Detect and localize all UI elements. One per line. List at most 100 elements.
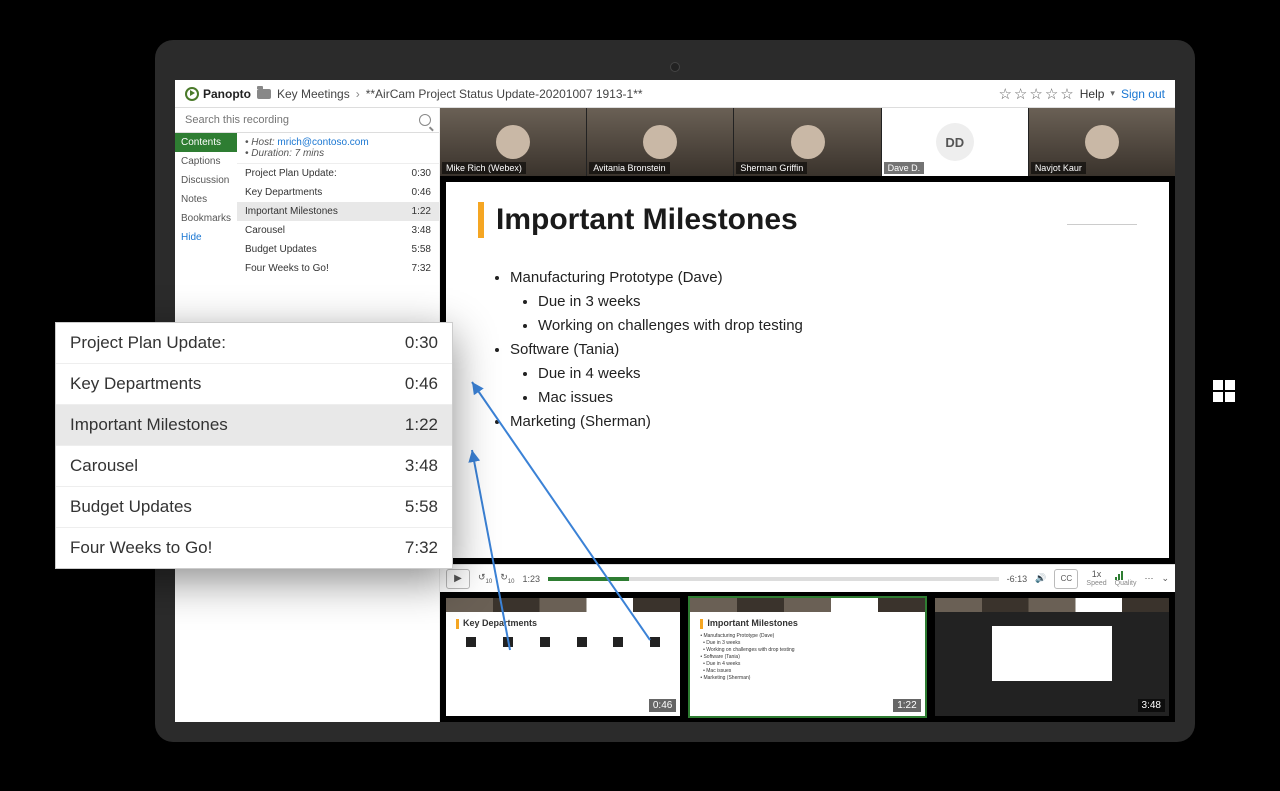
recording-meta: • Host: mrich@contoso.com • Duration: 7 …: [237, 133, 439, 164]
skip-back-button[interactable]: ↺10: [478, 572, 492, 585]
progress-bar[interactable]: [548, 577, 999, 581]
toc-time: 0:30: [412, 168, 431, 179]
sidebar-tab-notes[interactable]: Notes: [175, 190, 237, 209]
slide-title: Important Milestones: [496, 203, 798, 237]
thumbnail-strip: Key Departments0:46Important Milestones•…: [440, 592, 1175, 722]
toc-zoom-item[interactable]: Key Departments 0:46: [56, 364, 452, 405]
play-button[interactable]: ▶: [446, 569, 470, 589]
participant-cell[interactable]: Avitania Bronstein: [587, 108, 734, 176]
sidebar-tab-discussion[interactable]: Discussion: [175, 171, 237, 190]
toc-time: 0:46: [412, 187, 431, 198]
search-box[interactable]: [175, 108, 439, 133]
avatar: [643, 125, 677, 159]
toc-zoom-item[interactable]: Important Milestones1:22: [56, 405, 452, 446]
toc-time: 1:22: [412, 206, 431, 217]
more-button[interactable]: ⋯: [1144, 573, 1153, 584]
sidebar-tab-captions[interactable]: Captions: [175, 152, 237, 171]
thumbnail[interactable]: 3:48: [935, 598, 1169, 716]
toc-item[interactable]: Project Plan Update: 0:30: [237, 164, 439, 183]
toc-zoom-label: Carousel: [70, 456, 138, 476]
toc-label: Project Plan Update:: [245, 168, 337, 179]
volume-button[interactable]: 🔊: [1035, 573, 1046, 584]
toc-zoom-label: Budget Updates: [70, 497, 192, 517]
video-area: Mike Rich (Webex) Avitania BronsteinSherm…: [440, 108, 1175, 722]
avatar: [1085, 125, 1119, 159]
slide-viewport: Important Milestones Manufacturing Proto…: [446, 182, 1169, 558]
search-icon[interactable]: [419, 114, 431, 126]
toc-zoom-time: 5:58: [405, 497, 438, 517]
star-icon[interactable]: ☆: [1045, 85, 1058, 103]
toc-label: Four Weeks to Go!: [245, 263, 329, 274]
bullet: Marketing (Sherman): [510, 410, 1137, 434]
toc-label: Carousel: [245, 225, 285, 236]
sidebar-tab-hide[interactable]: Hide: [175, 228, 237, 247]
toc-item[interactable]: Four Weeks to Go!7:32: [237, 259, 439, 278]
star-icon[interactable]: ☆: [1029, 85, 1042, 103]
toc-zoom-item[interactable]: Four Weeks to Go!7:32: [56, 528, 452, 568]
participant-name: Mike Rich (Webex): [442, 162, 526, 174]
toc-zoom-time: 0:46: [405, 374, 438, 394]
toc-item[interactable]: Important Milestones 1:22: [237, 202, 439, 221]
speed-button[interactable]: 1xSpeed: [1086, 570, 1106, 588]
signout-link[interactable]: Sign out: [1121, 87, 1165, 101]
toc-label: Budget Updates: [245, 244, 317, 255]
skip-forward-button[interactable]: ↻10: [500, 572, 514, 585]
toc-item[interactable]: Budget Updates 5:58: [237, 240, 439, 259]
breadcrumb-title[interactable]: **AirCam Project Status Update-20201007 …: [366, 87, 643, 101]
thumbnail[interactable]: Important Milestones• Manufacturing Prot…: [690, 598, 924, 716]
star-icon[interactable]: ☆: [1060, 85, 1073, 103]
rating-stars[interactable]: ☆ ☆ ☆ ☆ ☆: [998, 85, 1073, 103]
thumb-time: 1:22: [893, 699, 920, 712]
logo-mark-icon: [185, 87, 199, 101]
participant-name: Dave D.: [884, 162, 925, 174]
toc-zoom-time: 3:48: [405, 456, 438, 476]
toc-zoom-overlay: Project Plan Update:0:30 Key Departments 0…: [55, 322, 453, 569]
breadcrumb-folder[interactable]: Key Meetings: [277, 87, 350, 101]
toc-label: Key Departments: [245, 187, 322, 198]
help-menu[interactable]: Help: [1080, 87, 1105, 101]
collapse-button[interactable]: ⌄: [1161, 573, 1169, 584]
star-icon[interactable]: ☆: [1014, 85, 1027, 103]
folder-icon[interactable]: [257, 89, 271, 99]
help-dropdown-icon[interactable]: ▾: [1110, 88, 1115, 99]
participant-cell[interactable]: Sherman Griffin: [734, 108, 881, 176]
slide-content: Important Milestones Manufacturing Proto…: [446, 182, 1169, 558]
participant-name: Navjot Kaur: [1031, 162, 1086, 174]
host-email[interactable]: mrich@contoso.com: [277, 137, 368, 148]
participant-cell[interactable]: DDDave D.: [882, 108, 1029, 176]
toc-zoom-label: Important Milestones: [70, 415, 228, 435]
toc-zoom-time: 7:32: [405, 538, 438, 558]
app-logo[interactable]: Panopto: [185, 87, 251, 101]
slide-divider: [1067, 224, 1137, 225]
toc-zoom-label: Key Departments: [70, 374, 201, 394]
sub-bullet: Working on challenges with drop testing: [538, 314, 1137, 338]
avatar: [791, 125, 825, 159]
cc-button[interactable]: CC: [1054, 569, 1078, 589]
brand-text: Panopto: [203, 87, 251, 101]
sidebar-tab-bookmarks[interactable]: Bookmarks: [175, 209, 237, 228]
slide-bullets: Manufacturing Prototype (Dave)Due in 3 w…: [478, 266, 1137, 434]
star-icon[interactable]: ☆: [998, 85, 1011, 103]
participant-cell[interactable]: Mike Rich (Webex): [440, 108, 587, 176]
sidebar-tab-contents[interactable]: Contents: [175, 133, 237, 152]
breadcrumb-separator: ›: [356, 87, 360, 101]
thumb-time: 3:48: [1138, 699, 1165, 712]
toc-time: 5:58: [412, 244, 431, 255]
quality-button[interactable]: Quality: [1115, 570, 1137, 588]
toc-zoom-item[interactable]: Carousel 3:48: [56, 446, 452, 487]
participant-cell[interactable]: Navjot Kaur: [1029, 108, 1175, 176]
bullet: Software (Tania)Due in 4 weeksMac issues: [510, 338, 1137, 410]
top-bar: Panopto Key Meetings › **AirCam Project …: [175, 80, 1175, 108]
windows-logo[interactable]: [1213, 380, 1235, 402]
device-camera: [670, 62, 680, 72]
toc-item[interactable]: Carousel3:48: [237, 221, 439, 240]
toc-zoom-item[interactable]: Project Plan Update:0:30: [56, 323, 452, 364]
toc-item[interactable]: Key Departments 0:46: [237, 183, 439, 202]
toc-label: Important Milestones: [245, 206, 338, 217]
search-input[interactable]: [175, 108, 439, 132]
toc-zoom-item[interactable]: Budget Updates 5:58: [56, 487, 452, 528]
thumbnail[interactable]: Key Departments0:46: [446, 598, 680, 716]
progress-fill: [548, 577, 629, 581]
toc-zoom-time: 0:30: [405, 333, 438, 353]
thumb-participants-strip: [935, 598, 1169, 612]
